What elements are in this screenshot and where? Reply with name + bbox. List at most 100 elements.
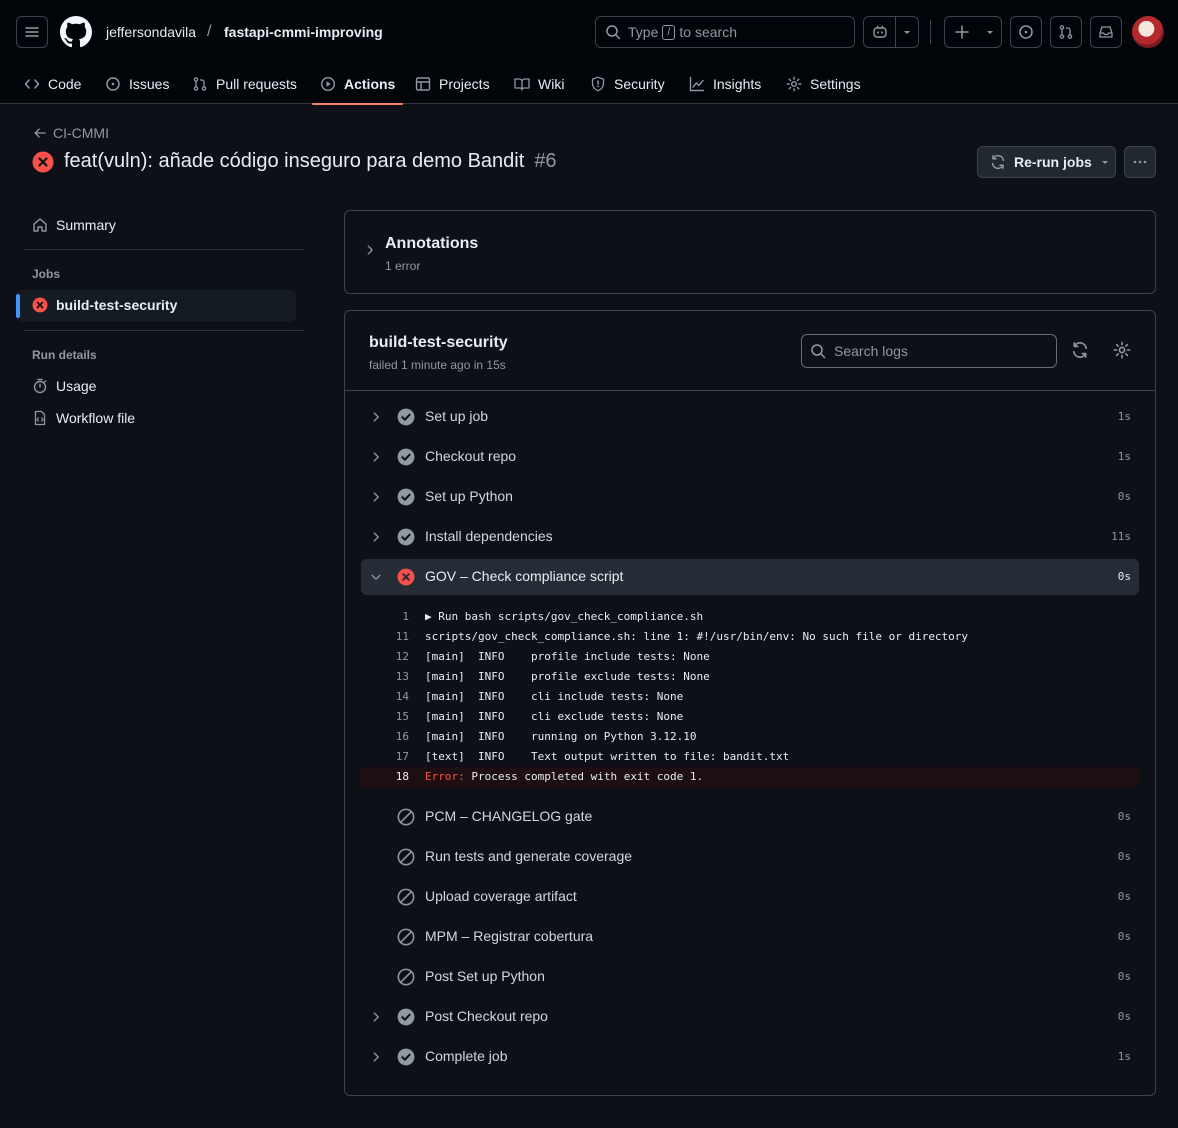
tab-projects[interactable]: Projects [415, 64, 490, 104]
step-row[interactable]: Upload coverage artifact 0s [361, 879, 1139, 915]
chevron-right-icon [373, 452, 379, 462]
step-duration: 0s [1117, 810, 1131, 823]
tab-security[interactable]: Security [590, 64, 665, 104]
log-line: 16 [main] INFO running on Python 3.12.10 [361, 727, 1139, 747]
annotations-panel[interactable]: Annotations 1 error [344, 210, 1156, 294]
step-row[interactable]: Post Checkout repo 0s [361, 999, 1139, 1035]
repo-name-link[interactable]: fastapi-cmmi-improving [224, 24, 383, 40]
step-duration: 11s [1111, 530, 1131, 543]
sidebar-item-build-test-security[interactable]: build-test-security [32, 297, 177, 313]
more-options-button[interactable] [1124, 146, 1156, 178]
tab-code[interactable]: Code [24, 64, 81, 104]
tab-label: Wiki [538, 76, 565, 92]
log-line-text: ▶ Run bash scripts/gov_check_compliance.… [425, 610, 704, 623]
step-row[interactable]: Set up job 1s [361, 399, 1139, 435]
job-status-text: failed 1 minute ago in 15s [369, 358, 506, 372]
tab-issues[interactable]: Issues [105, 64, 169, 104]
skip-icon [397, 928, 415, 946]
log-line-number: 11 [395, 630, 409, 643]
create-new-button[interactable] [944, 16, 1002, 48]
table-icon [415, 77, 431, 91]
log-line[interactable]: 1 ▶ Run bash scripts/gov_check_compliance… [361, 607, 1139, 627]
sidebar-summary[interactable]: Summary [32, 217, 116, 233]
copilot-button[interactable] [863, 16, 919, 48]
job-log-panel: build-test-security failed 1 minute ago … [344, 310, 1156, 1096]
log-line-number: 14 [395, 690, 409, 703]
step-duration: 0s [1117, 570, 1131, 583]
tab-pull-requests[interactable]: Pull requests [192, 64, 297, 104]
step-row[interactable]: Set up Python 0s [361, 479, 1139, 515]
run-title-text: feat(vuln): añade código inseguro para d… [64, 150, 525, 172]
hamburger-menu-button[interactable] [16, 16, 48, 48]
step-row[interactable]: Run tests and generate coverage 0s [361, 839, 1139, 875]
step-name: Complete job [425, 1048, 508, 1064]
global-search-input[interactable]: Type / to search [595, 16, 855, 48]
tab-label: Projects [439, 76, 490, 92]
sidebar-item-workflow-file[interactable]: Workflow file [32, 410, 135, 426]
tab-insights[interactable]: Insights [689, 64, 761, 104]
search-hint-type: Type [628, 24, 659, 40]
step-row[interactable]: Complete job 1s [361, 1039, 1139, 1075]
tab-label: Issues [129, 76, 170, 92]
log-line-number: 15 [395, 710, 409, 723]
tab-label: Security [614, 76, 665, 92]
refresh-logs-button[interactable] [1071, 341, 1089, 359]
step-row[interactable]: Post Set up Python 0s [361, 959, 1139, 995]
issue-icon [1019, 25, 1033, 39]
search-logs-placeholder: Search logs [834, 343, 908, 359]
chevron-down-icon[interactable] [896, 17, 918, 47]
step-duration: 0s [1117, 1010, 1131, 1023]
step-row[interactable]: MPM – Registrar cobertura 0s [361, 919, 1139, 955]
user-avatar[interactable] [1132, 16, 1164, 48]
log-line-number: 1 [402, 610, 409, 623]
check-circle-fill-icon [397, 1048, 415, 1066]
log-line-number: 18 [395, 770, 409, 783]
pull-requests-button[interactable] [1050, 16, 1082, 48]
jobs-heading: Jobs [32, 267, 61, 281]
back-to-workflow-link[interactable]: CI-CMMI [33, 125, 109, 141]
sidebar-item-usage[interactable]: Usage [32, 378, 96, 394]
breadcrumb-separator: / [207, 23, 212, 40]
step-name: Run tests and generate coverage [425, 848, 633, 864]
repo-owner-link[interactable]: jeffersondavila [106, 24, 196, 40]
check-circle-fill-icon [397, 528, 415, 546]
search-hint-suffix: to search [679, 24, 738, 40]
rerun-jobs-button[interactable]: Re-run jobs [977, 146, 1116, 178]
gear-icon [1113, 341, 1131, 359]
github-logo-icon[interactable] [60, 16, 92, 48]
check-circle-fill-icon [397, 488, 415, 506]
sync-icon [1072, 342, 1088, 358]
inbox-button[interactable] [1090, 16, 1122, 48]
step-name: MPM – Registrar cobertura [425, 928, 594, 944]
step-row[interactable]: Install dependencies 11s [361, 519, 1139, 555]
log-line-text: [main] INFO profile include tests: None [425, 650, 710, 663]
step-row[interactable]: PCM – CHANGELOG gate 0s [361, 799, 1139, 835]
step-name: PCM – CHANGELOG gate [425, 808, 593, 824]
gear-icon [786, 76, 802, 92]
copilot-icon[interactable] [864, 17, 896, 47]
menu-icon [25, 27, 39, 37]
run-number: #6 [534, 150, 557, 172]
step-row-expanded[interactable]: GOV – Check compliance script 0s [361, 559, 1139, 595]
check-circle-fill-icon [397, 448, 415, 466]
kebab-horizontal-icon [1133, 160, 1147, 164]
step-row[interactable]: Checkout repo 1s [361, 439, 1139, 475]
step-name: Set up Python [425, 488, 513, 504]
log-settings-button[interactable] [1113, 341, 1131, 359]
tab-wiki[interactable]: Wiki [514, 64, 564, 104]
x-circle-fill-icon [397, 568, 415, 586]
step-name: Post Checkout repo [425, 1008, 548, 1024]
issues-button[interactable] [1010, 16, 1042, 48]
skip-icon [397, 808, 415, 826]
tab-settings[interactable]: Settings [786, 64, 861, 104]
play-icon [320, 76, 336, 92]
tab-label: Pull requests [216, 76, 297, 92]
global-header: jeffersondavila / fastapi-cmmi-improving… [0, 0, 1178, 104]
tab-actions[interactable]: Actions [311, 64, 404, 105]
step-duration: 0s [1117, 490, 1131, 503]
file-code-icon [34, 410, 46, 426]
step-name: Checkout repo [425, 448, 517, 464]
chevron-right-icon [373, 412, 379, 422]
search-icon [811, 344, 826, 359]
search-logs-input[interactable]: Search logs [801, 334, 1057, 368]
